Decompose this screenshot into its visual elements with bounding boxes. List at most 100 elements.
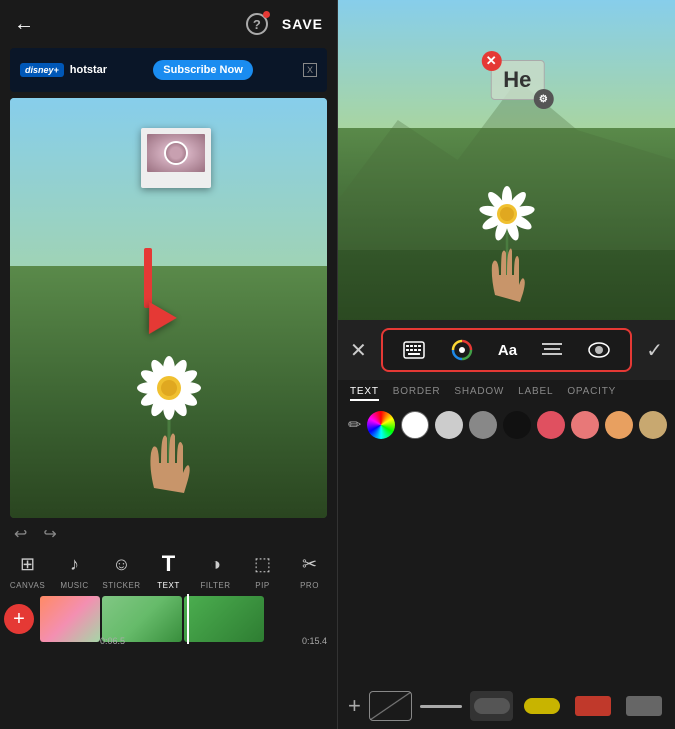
arrow-overlay bbox=[140, 308, 176, 398]
toolbar-icons: ⊞ CANVAS ♪ MUSIC ☺ STICKER T TEXT ◑ FILT… bbox=[0, 544, 337, 590]
add-shape-button[interactable]: + bbox=[348, 693, 361, 719]
left-panel: ← ? SAVE disney+ hotstar Subscribe Now X bbox=[0, 0, 337, 729]
subtab-border[interactable]: BORDER bbox=[393, 386, 441, 401]
shape-pill-dark[interactable] bbox=[470, 691, 513, 721]
toolbar-pip[interactable]: ⬚ PIP bbox=[239, 550, 286, 590]
rect-red-inner bbox=[575, 696, 611, 716]
filter-icon: ◑ bbox=[202, 550, 230, 578]
text-subtabs: TEXT BORDER SHADOW LABEL OPACITY bbox=[338, 380, 675, 403]
arrow-shaft bbox=[144, 248, 152, 308]
canvas-label: CANVAS bbox=[10, 581, 45, 590]
color-wheel-tool-button[interactable] bbox=[451, 339, 473, 361]
subtab-label[interactable]: LABEL bbox=[518, 386, 553, 401]
toolbar-filter[interactable]: ◑ FILTER bbox=[192, 550, 239, 590]
color-lightgray-swatch[interactable] bbox=[435, 411, 463, 439]
right-tools-box: Aa bbox=[381, 328, 632, 372]
shape-line[interactable] bbox=[420, 691, 463, 721]
filter-label: FILTER bbox=[201, 581, 231, 590]
redo-button[interactable]: ↪ bbox=[43, 524, 56, 544]
undo-button[interactable]: ↩ bbox=[14, 524, 27, 544]
keyboard-tool-button[interactable] bbox=[403, 341, 425, 359]
right-panel: ✕ He ⚙ ✕ bbox=[337, 0, 675, 729]
subtab-opacity[interactable]: OPACITY bbox=[567, 386, 616, 401]
color-salmon-swatch[interactable] bbox=[571, 411, 599, 439]
rect-gray-inner bbox=[626, 696, 662, 716]
text-size-tool-button[interactable]: Aa bbox=[498, 342, 517, 359]
spacer bbox=[338, 447, 675, 683]
color-palette-row: ✏ bbox=[338, 403, 675, 447]
shape-row: + bbox=[338, 683, 675, 729]
color-gray-swatch[interactable] bbox=[469, 411, 497, 439]
ad-close-button[interactable]: X bbox=[303, 63, 317, 77]
shape-rect-gray[interactable] bbox=[622, 691, 665, 721]
color-black-swatch[interactable] bbox=[503, 411, 531, 439]
pro-label: PRO bbox=[300, 581, 319, 590]
red-arrow-head bbox=[135, 302, 177, 342]
time-label-left: 0:06.5 bbox=[100, 636, 125, 646]
color-red-swatch[interactable] bbox=[537, 411, 565, 439]
music-label: MUSIC bbox=[60, 581, 88, 590]
clip-1[interactable] bbox=[40, 596, 100, 642]
notification-dot bbox=[263, 11, 270, 18]
text-sticker-wrap[interactable]: ✕ He ⚙ bbox=[490, 60, 544, 100]
style-tool-button[interactable] bbox=[588, 342, 610, 358]
toolbar-text[interactable]: T TEXT bbox=[145, 550, 192, 590]
right-close-button[interactable]: ✕ bbox=[350, 338, 367, 363]
music-icon: ♪ bbox=[61, 550, 89, 578]
sticker-label: STICKER bbox=[102, 581, 140, 590]
timeline-area: + 0:06.5 0:15.4 bbox=[0, 590, 337, 648]
text-sticker[interactable]: ✕ He ⚙ bbox=[490, 60, 544, 100]
hotstar-text: hotstar bbox=[70, 64, 107, 76]
ad-banner[interactable]: disney+ hotstar Subscribe Now X bbox=[10, 48, 327, 92]
header-right: ? SAVE bbox=[246, 13, 323, 35]
polaroid-circle bbox=[164, 141, 188, 165]
sticker-icon: ☺ bbox=[108, 550, 136, 578]
back-button[interactable]: ← bbox=[14, 13, 34, 36]
shape-pill-yellow[interactable] bbox=[521, 691, 564, 721]
pill-dark-inner bbox=[474, 698, 510, 714]
color-orange-swatch[interactable] bbox=[605, 411, 633, 439]
right-confirm-button[interactable]: ✓ bbox=[646, 338, 663, 363]
polaroid-inner bbox=[147, 134, 205, 172]
polaroid-sticker[interactable] bbox=[141, 128, 211, 188]
shape-none[interactable] bbox=[369, 691, 412, 721]
time-label-right: 0:15.4 bbox=[302, 636, 327, 646]
ad-logo: disney+ hotstar bbox=[20, 63, 107, 77]
canvas-icon: ⊞ bbox=[14, 550, 42, 578]
video-preview bbox=[10, 98, 327, 518]
pill-yellow-inner bbox=[524, 698, 560, 714]
sticker-content: He bbox=[503, 67, 531, 93]
subtab-shadow[interactable]: SHADOW bbox=[454, 386, 504, 401]
line-inner bbox=[420, 705, 463, 708]
toolbar-music[interactable]: ♪ MUSIC bbox=[51, 550, 98, 590]
clip-3[interactable] bbox=[184, 596, 264, 642]
add-clip-button[interactable]: + bbox=[4, 604, 34, 634]
timeline-clips bbox=[40, 594, 333, 644]
pip-icon: ⬚ bbox=[249, 550, 277, 578]
subscribe-button[interactable]: Subscribe Now bbox=[153, 60, 252, 80]
toolbar-canvas[interactable]: ⊞ CANVAS bbox=[4, 550, 51, 590]
pencil-icon[interactable]: ✏ bbox=[348, 411, 361, 439]
align-tool-button[interactable] bbox=[542, 342, 562, 358]
color-gradient-swatch[interactable] bbox=[367, 411, 395, 439]
pro-icon: ✂ bbox=[296, 550, 324, 578]
left-header: ← ? SAVE bbox=[0, 0, 337, 48]
text-label: TEXT bbox=[157, 581, 179, 590]
toolbar-sticker[interactable]: ☺ STICKER bbox=[98, 550, 145, 590]
disney-logo: disney+ bbox=[20, 63, 64, 77]
color-tan-swatch[interactable] bbox=[639, 411, 667, 439]
timeline-cursor bbox=[187, 594, 189, 644]
toolbar-pro[interactable]: ✂ PRO bbox=[286, 550, 333, 590]
save-button[interactable]: SAVE bbox=[282, 16, 323, 32]
subtab-text[interactable]: TEXT bbox=[350, 386, 379, 401]
sticker-delete-button[interactable]: ✕ bbox=[481, 51, 501, 71]
color-white-swatch[interactable] bbox=[401, 411, 429, 439]
help-icon-wrap: ? bbox=[246, 13, 268, 35]
right-toolbar-row: ✕ bbox=[338, 320, 675, 380]
right-flower bbox=[457, 140, 557, 320]
sticker-settings-button[interactable]: ⚙ bbox=[533, 89, 553, 109]
pip-label: PIP bbox=[255, 581, 269, 590]
shape-rect-red[interactable] bbox=[572, 691, 615, 721]
ad-close-wrap: X bbox=[303, 63, 317, 77]
right-video-preview: ✕ He ⚙ bbox=[338, 0, 675, 320]
